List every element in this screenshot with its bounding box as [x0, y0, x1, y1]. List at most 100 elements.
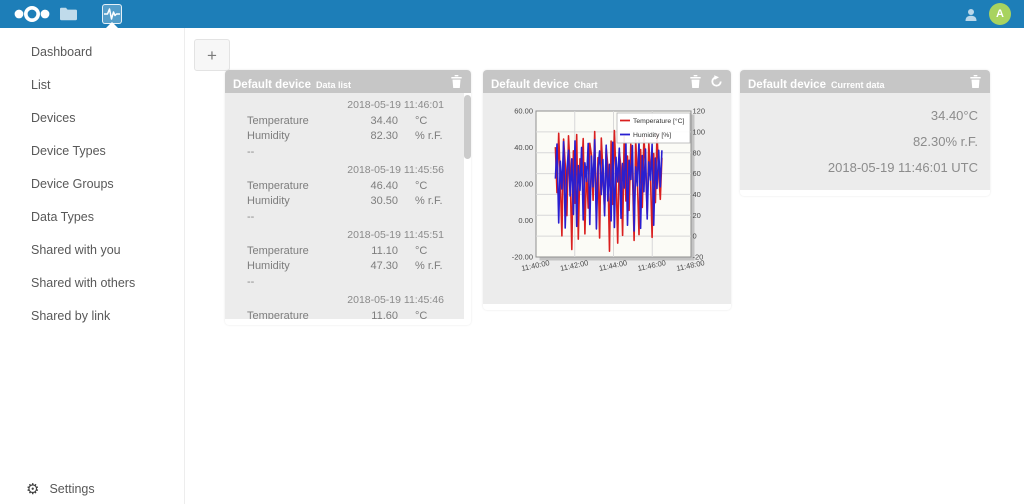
widget-current-data: Default device Current data 34.40°C 82.30… [740, 70, 990, 196]
data-row: Temperature 46.40 °C [225, 179, 471, 195]
y-left-tick-label: 0.00 [518, 216, 533, 225]
widget-data-list-body: 2018-05-19 11:46:01 Temperature 34.40 °C Hum… [225, 93, 471, 319]
data-list-group: 2018-05-19 11:45:56 Temperature 46.40 °C Hum… [225, 163, 471, 225]
files-app-button[interactable] [58, 4, 78, 24]
y-left-tick-label: 60.00 [514, 107, 533, 116]
y-left-tick-label: -20.00 [512, 253, 533, 262]
timestamp: 2018-05-19 11:45:56 [347, 164, 444, 176]
scrollbar-thumb[interactable] [464, 95, 471, 159]
data-row: Temperature 11.10 °C [225, 244, 471, 260]
data-row-name: Temperature [247, 309, 309, 320]
user-avatar[interactable]: A [989, 3, 1011, 25]
data-list: 2018-05-19 11:46:01 Temperature 34.40 °C Hum… [225, 93, 471, 319]
legend-label: Humidity [%] [633, 132, 671, 139]
sidebar-item-shared-with-you[interactable]: Shared with you [0, 233, 184, 266]
data-row-unit: % r.F. [415, 195, 443, 207]
folder-icon [59, 7, 77, 21]
data-row-value: 30.50 [370, 195, 398, 207]
data-row-unit: °C [415, 114, 428, 127]
contacts-menu-button[interactable] [962, 6, 980, 24]
scrollbar-track[interactable] [464, 93, 471, 319]
data-row-value: 11.10 [371, 244, 398, 257]
sensorlogger-waveform-icon [104, 7, 120, 21]
data-row-name: Temperature [247, 179, 309, 192]
widget-title: Default device [748, 78, 826, 91]
chart-svg: 60.00 40.00 20.00 0.00 -20.00 120 100 80 60 40 20 0… [512, 107, 706, 273]
delete-widget-button[interactable] [969, 74, 982, 88]
data-row-value: 11.60 [371, 309, 398, 320]
data-row-unit: % r.F. [415, 130, 443, 142]
data-row-name: Temperature [247, 244, 309, 257]
data-row: Temperature 11.60 °C [225, 309, 471, 320]
timestamp: 2018-05-19 11:46:01 [347, 99, 444, 111]
sidebar: Dashboard List Devices Device Types Device G… [0, 28, 185, 504]
widget-data-list-header: Default device Data list [225, 70, 471, 93]
data-row-unit: °C [415, 309, 428, 320]
widget-chart-body: 60.00 40.00 20.00 0.00 -20.00 120 100 80 60 40 20 0… [483, 93, 731, 304]
y-left-tick-label: 20.00 [514, 180, 533, 189]
sidebar-nav: Dashboard List Devices Device Types Device G… [0, 28, 184, 332]
data-row-name: Humidity [247, 130, 290, 142]
data-list-group: 2018-05-19 11:45:46 Temperature 11.60 °C [225, 293, 471, 319]
current-data-line: 2018-05-19 11:46:01 UTC [827, 160, 978, 175]
timestamp: 2018-05-19 11:45:51 [347, 229, 444, 241]
data-row: Humidity 47.30 % r.F. [225, 259, 471, 275]
y-right-tick-label: 40 [693, 190, 701, 199]
sidebar-item-devices[interactable]: Devices [0, 101, 184, 134]
sidebar-item-dashboard[interactable]: Dashboard [0, 35, 184, 68]
widget-data-list: Default device Data list 2018-05-19 11:4… [225, 70, 471, 325]
data-row-value: 82.30 [370, 130, 398, 142]
widget-subtitle: Current data [830, 79, 885, 90]
data-row-separator: -- [247, 145, 255, 158]
active-app-indicator [106, 22, 118, 28]
sensorlogger-app-button[interactable] [102, 4, 122, 24]
data-row-value: 46.40 [370, 179, 398, 192]
sidebar-item-data-types[interactable]: Data Types [0, 200, 184, 233]
refresh-chart-button[interactable] [710, 74, 723, 88]
data-row-separator: -- [247, 275, 255, 288]
widget-chart: Default device Chart 60.00 40.00 20.00 0.00… [483, 70, 731, 310]
legend-label: Temperature [°C] [633, 117, 685, 125]
widget-subtitle: Data list [315, 79, 351, 90]
data-row: Humidity 30.50 % r.F. [225, 194, 471, 210]
widget-title: Default device [491, 78, 569, 91]
widget-title: Default device [233, 78, 311, 91]
widget-chart-header: Default device Chart [483, 70, 731, 93]
add-widget-button[interactable]: + [194, 39, 230, 71]
y-right-tick-label: 100 [693, 127, 706, 136]
settings-label: Settings [49, 482, 95, 496]
data-row-name: Humidity [247, 260, 290, 272]
current-data-line: 82.30% r.F. [912, 134, 978, 149]
y-left-tick-label: 40.00 [514, 143, 533, 152]
delete-widget-button[interactable] [450, 74, 463, 88]
current-data-line: 34.40°C [930, 108, 978, 123]
top-header: A [0, 0, 1024, 28]
data-row-value: 47.30 [370, 260, 398, 272]
gear-icon: ⚙ [26, 479, 40, 498]
delete-widget-button[interactable] [689, 74, 702, 88]
nextcloud-logo[interactable] [10, 3, 54, 25]
sidebar-item-device-groups[interactable]: Device Groups [0, 167, 184, 200]
widget-subtitle: Chart [573, 79, 598, 90]
person-icon [962, 6, 980, 24]
settings-button[interactable]: ⚙ Settings [0, 474, 184, 504]
y-right-tick-label: 60 [693, 169, 701, 178]
sidebar-item-list[interactable]: List [0, 68, 184, 101]
chart-legend: Temperature [°C] Humidity [%] [616, 112, 691, 144]
sidebar-item-shared-by-link[interactable]: Shared by link [0, 299, 184, 332]
data-list-group: 2018-05-19 11:45:51 Temperature 11.10 °C Hum… [225, 228, 471, 290]
y-right-tick-label: 80 [693, 148, 701, 157]
sidebar-item-device-types[interactable]: Device Types [0, 134, 184, 167]
data-row: Humidity 82.30 % r.F. [225, 129, 471, 145]
y-right-tick-label: 0 [693, 232, 697, 241]
widget-current-data-header: Default device Current data [740, 70, 990, 93]
y-right-tick-label: 120 [693, 107, 706, 116]
data-row-unit: °C [415, 179, 428, 192]
sidebar-item-shared-with-others[interactable]: Shared with others [0, 266, 184, 299]
widget-current-data-body: 34.40°C 82.30% r.F. 2018-05-19 11:46:01 UT… [740, 93, 990, 190]
current-data-lines: 34.40°C 82.30% r.F. 2018-05-19 11:46:01 UT… [740, 93, 990, 181]
data-list-group: 2018-05-19 11:46:01 Temperature 34.40 °C Hum… [225, 98, 471, 160]
y-axis-left-labels: 60.00 40.00 20.00 0.00 -20.00 [512, 107, 533, 262]
timestamp: 2018-05-19 11:45:46 [347, 294, 444, 306]
data-row-value: 34.40 [370, 114, 398, 127]
